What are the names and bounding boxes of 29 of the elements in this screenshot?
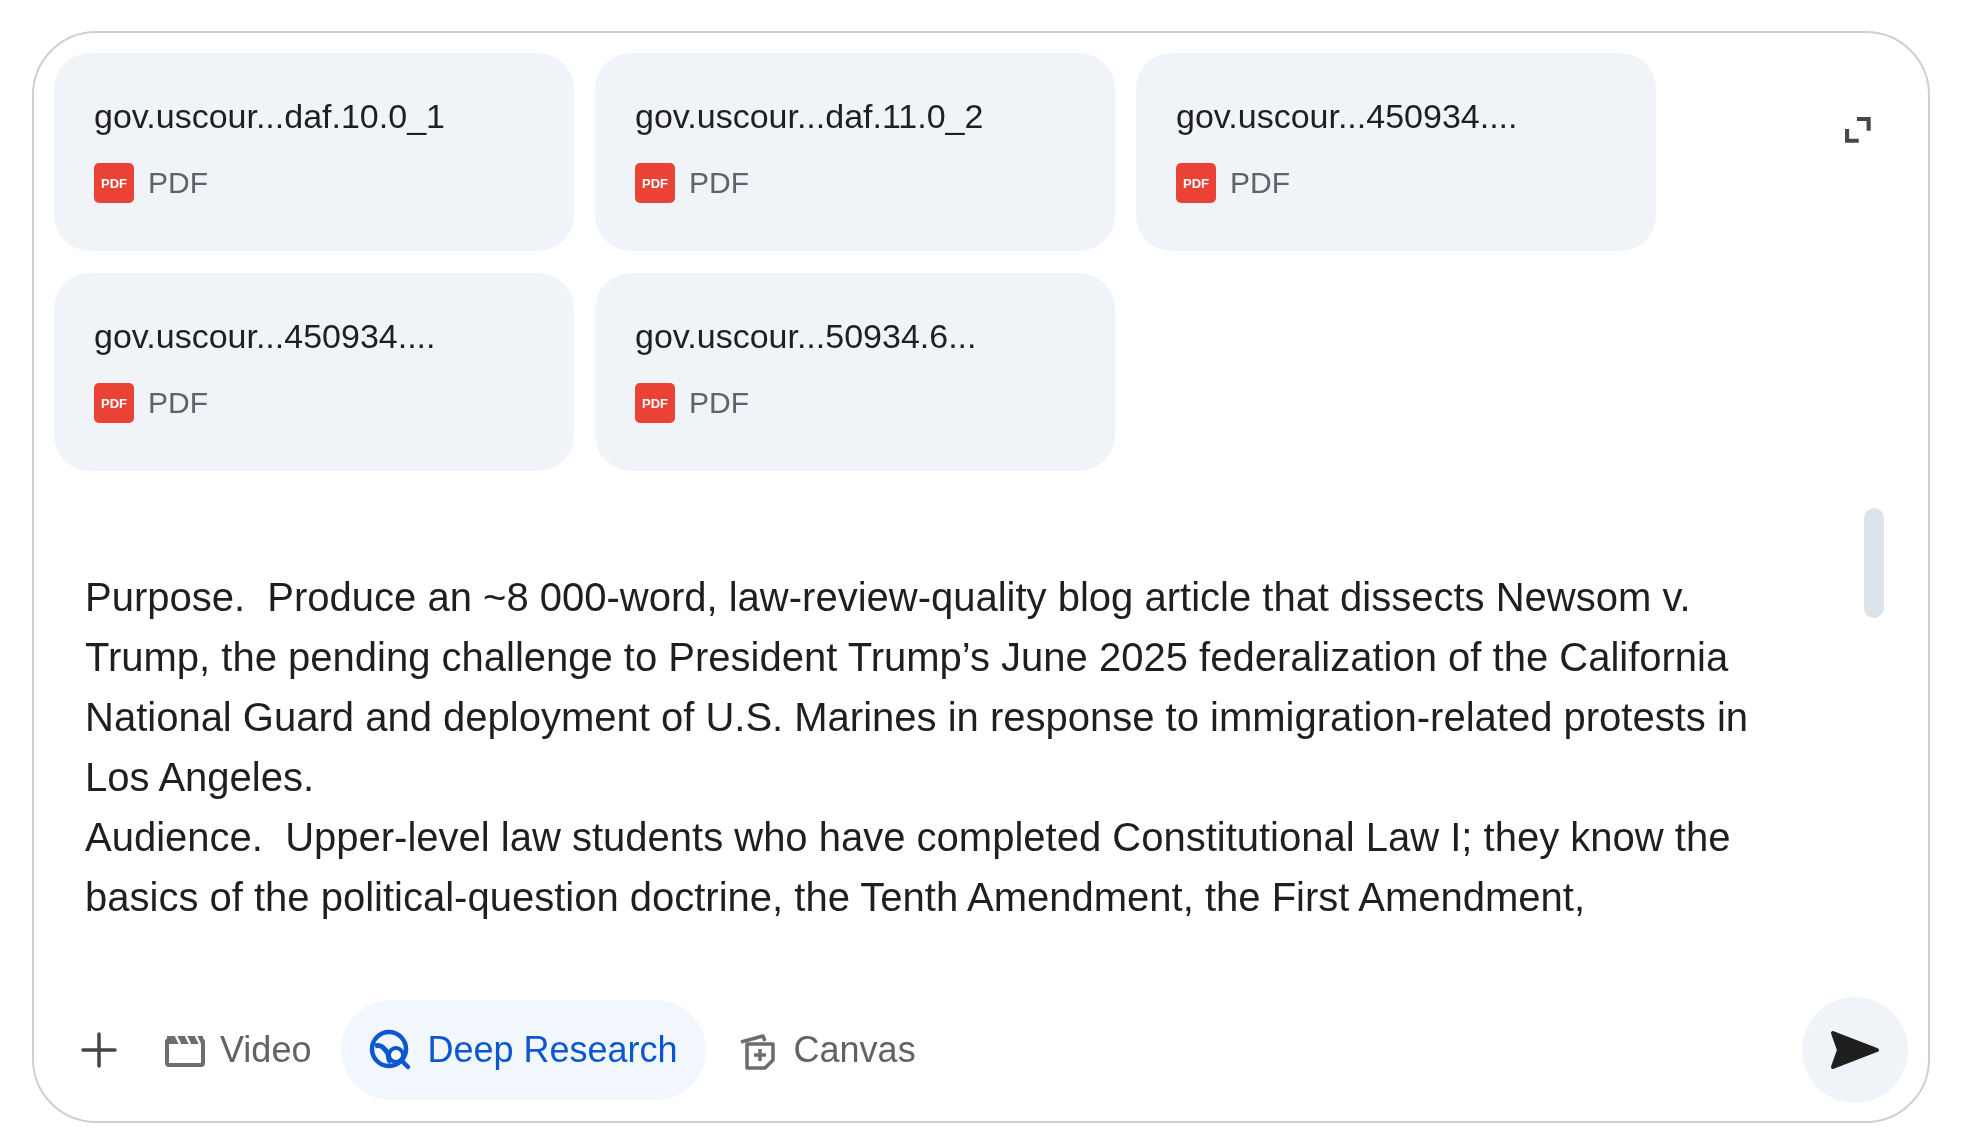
file-type: PDF xyxy=(689,166,749,200)
file-card[interactable]: gov.uscour...50934.6... PDF PDF xyxy=(595,273,1115,471)
scrollbar[interactable] xyxy=(1864,508,1884,618)
pdf-icon: PDF xyxy=(635,163,675,203)
file-name: gov.uscour...daf.11.0_2 xyxy=(635,97,985,136)
file-card[interactable]: gov.uscour...daf.11.0_2 PDF PDF xyxy=(595,53,1115,251)
pdf-icon: PDF xyxy=(94,383,134,423)
canvas-button[interactable]: Canvas xyxy=(707,1000,944,1100)
pdf-icon: PDF xyxy=(94,163,134,203)
expand-icon[interactable] xyxy=(1843,115,1873,145)
file-card[interactable]: gov.uscour...450934.... PDF PDF xyxy=(1136,53,1656,251)
file-type: PDF xyxy=(689,386,749,420)
file-type: PDF xyxy=(148,386,208,420)
file-card[interactable]: gov.uscour...450934.... PDF PDF xyxy=(54,273,574,471)
file-type: PDF xyxy=(1230,166,1290,200)
file-name: gov.uscour...450934.... xyxy=(94,317,437,356)
file-name: gov.uscour...50934.6... xyxy=(635,317,978,356)
file-name: gov.uscour...450934.... xyxy=(1176,97,1519,136)
file-name: gov.uscour...daf.10.0_1 xyxy=(94,97,446,136)
file-type: PDF xyxy=(148,166,208,200)
file-card[interactable]: gov.uscour...daf.10.0_1 PDF PDF xyxy=(54,53,574,251)
video-button[interactable]: Video xyxy=(136,1000,340,1100)
pdf-icon: PDF xyxy=(635,383,675,423)
prompt-paragraph: Purpose. Produce an ~8 000-word, law-review-quality blog article that dissects Newsom v. Trump, the pending challenge to President Trump’s June 2025 federalization of the California National Guard and deployment of U.S. Marines in response to immigration-related protests in Los Angeles. xyxy=(85,574,1750,801)
send-icon xyxy=(1830,1030,1880,1070)
pdf-icon: PDF xyxy=(1176,163,1216,203)
prompt-paragraph: Audience. Upper-level law students who have completed Constitutional Law I; they know the basics of the political-question doctrine, the Tenth Amendment, the First Amendment, xyxy=(85,814,1732,921)
deep-research-button[interactable]: Deep Research xyxy=(341,1000,706,1100)
add-icon xyxy=(79,1030,119,1070)
